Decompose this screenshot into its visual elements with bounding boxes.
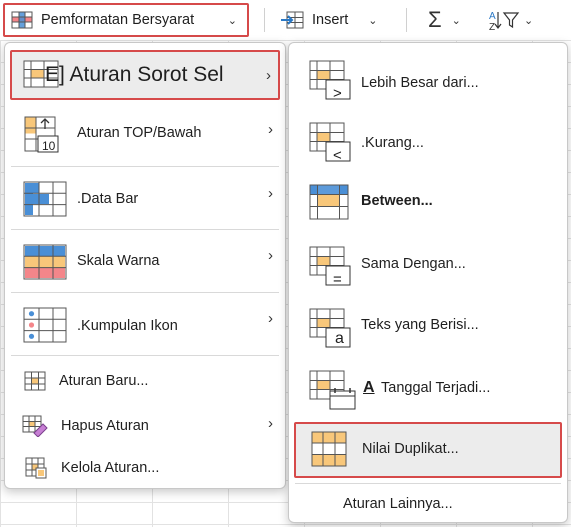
sigma-icon: Σ (428, 7, 442, 32)
chevron-right-icon: › (268, 310, 273, 327)
equal-to-icon (309, 245, 353, 287)
menu-separator (11, 229, 279, 230)
chevron-down-icon: ⌄ (524, 14, 534, 27)
greater-glyph: > (333, 85, 342, 102)
menu-item-new-rule[interactable]: Aturan Baru... (5, 365, 285, 399)
conditional-formatting-icon (11, 11, 33, 29)
menu-item-label: Aturan Baru... (59, 373, 149, 389)
manage-rules-icon (25, 457, 49, 479)
svg-text:Z: Z (489, 22, 495, 31)
submenu-item-greater-than[interactable]: > Lebih Besar dari... (289, 51, 567, 107)
submenu-item-more-rules[interactable]: Aturan Lainnya... (289, 489, 567, 519)
chevron-down-icon: ⌄ (368, 14, 378, 27)
text-contains-icon (309, 307, 353, 349)
submenu-item-label: Nilai Duplikat... (362, 441, 459, 457)
text-glyph: a (335, 330, 344, 347)
autosum-button[interactable]: Σ ⌄ (428, 3, 474, 37)
greater-than-icon (309, 59, 353, 101)
conditional-formatting-menu: E] Aturan Sorot Sel › 10 Aturan TOP/Bawa… (4, 42, 286, 489)
sort-filter-icon: A Z (488, 9, 522, 31)
menu-separator (11, 166, 279, 167)
insert-label: Insert (312, 12, 349, 28)
chevron-right-icon: › (268, 247, 273, 264)
date-letter-glyph: A (363, 379, 375, 396)
submenu-item-label: Sama Dengan... (361, 256, 466, 272)
less-than-icon (309, 121, 353, 163)
insert-button[interactable]: Insert ⌄ (280, 3, 390, 37)
equal-glyph: = (333, 271, 342, 288)
submenu-item-label: Teks yang Berisi... (361, 317, 479, 333)
svg-text:A: A (489, 11, 496, 22)
menu-item-label: Kelola Aturan... (61, 460, 160, 476)
menu-separator (295, 483, 561, 484)
submenu-item-label: .Kurang... (361, 135, 424, 151)
top10-badge: 10 (42, 139, 56, 153)
menu-item-color-scales[interactable]: Skala Warna › (5, 234, 285, 290)
menu-item-label: .Data Bar (77, 191, 139, 207)
ribbon-separator (264, 8, 265, 32)
new-rule-icon (24, 371, 46, 391)
insert-icon (280, 11, 304, 29)
ribbon-separator (406, 8, 407, 32)
menu-item-highlight-cells-rules[interactable]: E] Aturan Sorot Sel › (10, 50, 280, 100)
sort-filter-button[interactable]: A Z ⌄ (488, 3, 542, 37)
date-occurring-icon (309, 369, 357, 411)
submenu-item-text-contains[interactable]: a Teks yang Berisi... (289, 299, 567, 355)
chevron-right-icon: › (268, 121, 273, 138)
menu-separator (11, 292, 279, 293)
menu-separator (11, 355, 279, 356)
chevron-right-icon: › (268, 185, 273, 202)
submenu-item-date-occurring[interactable]: A Tanggal Terjadi... (289, 361, 567, 417)
menu-item-clear-rules[interactable]: Hapus Aturan › (5, 409, 285, 443)
data-bars-icon (23, 181, 67, 217)
menu-item-label: E] Aturan Sorot Sel (45, 63, 224, 86)
chevron-down-icon: ⌄ (227, 14, 237, 27)
less-glyph: < (333, 147, 342, 164)
chevron-right-icon: › (268, 415, 273, 432)
menu-item-icon-sets[interactable]: .Kumpulan Ikon › (5, 297, 285, 353)
menu-item-label: .Kumpulan Ikon (77, 318, 178, 334)
conditional-formatting-button[interactable]: Pemformatan Bersyarat ⌄ (3, 3, 249, 37)
between-icon (309, 183, 353, 223)
submenu-item-less-than[interactable]: < .Kurang... (289, 113, 567, 169)
highlight-cells-submenu: > Lebih Besar dari... < .Kurang... Betwe… (288, 42, 568, 523)
ribbon: Pemformatan Bersyarat ⌄ Insert ⌄ Σ ⌄ A Z (0, 0, 571, 40)
menu-item-data-bars[interactable]: .Data Bar › (5, 171, 285, 227)
conditional-formatting-label: Pemformatan Bersyarat (41, 12, 195, 28)
submenu-item-label: Between... (361, 193, 433, 209)
icon-sets-icon (23, 307, 67, 343)
color-scales-icon (23, 244, 67, 280)
submenu-item-between[interactable]: Between... (289, 175, 567, 231)
submenu-item-label: Tanggal Terjadi... (381, 380, 491, 396)
menu-item-label: Hapus Aturan (61, 418, 149, 434)
menu-item-manage-rules[interactable]: Kelola Aturan... (5, 451, 285, 485)
menu-item-label: Skala Warna (77, 253, 160, 269)
clear-rules-icon (22, 413, 48, 437)
submenu-item-duplicate-values[interactable]: Nilai Duplikat... (294, 422, 562, 478)
submenu-item-label: Aturan Lainnya... (343, 496, 453, 512)
duplicate-values-icon (310, 430, 352, 470)
menu-item-top-bottom-rules[interactable]: 10 Aturan TOP/Bawah › (5, 107, 285, 163)
chevron-right-icon: › (266, 66, 271, 84)
menu-item-label: Aturan TOP/Bawah (77, 125, 202, 141)
chevron-down-icon: ⌄ (451, 14, 461, 27)
submenu-item-label: Lebih Besar dari... (361, 75, 479, 91)
submenu-item-equal-to[interactable]: = Sama Dengan... (289, 237, 567, 293)
